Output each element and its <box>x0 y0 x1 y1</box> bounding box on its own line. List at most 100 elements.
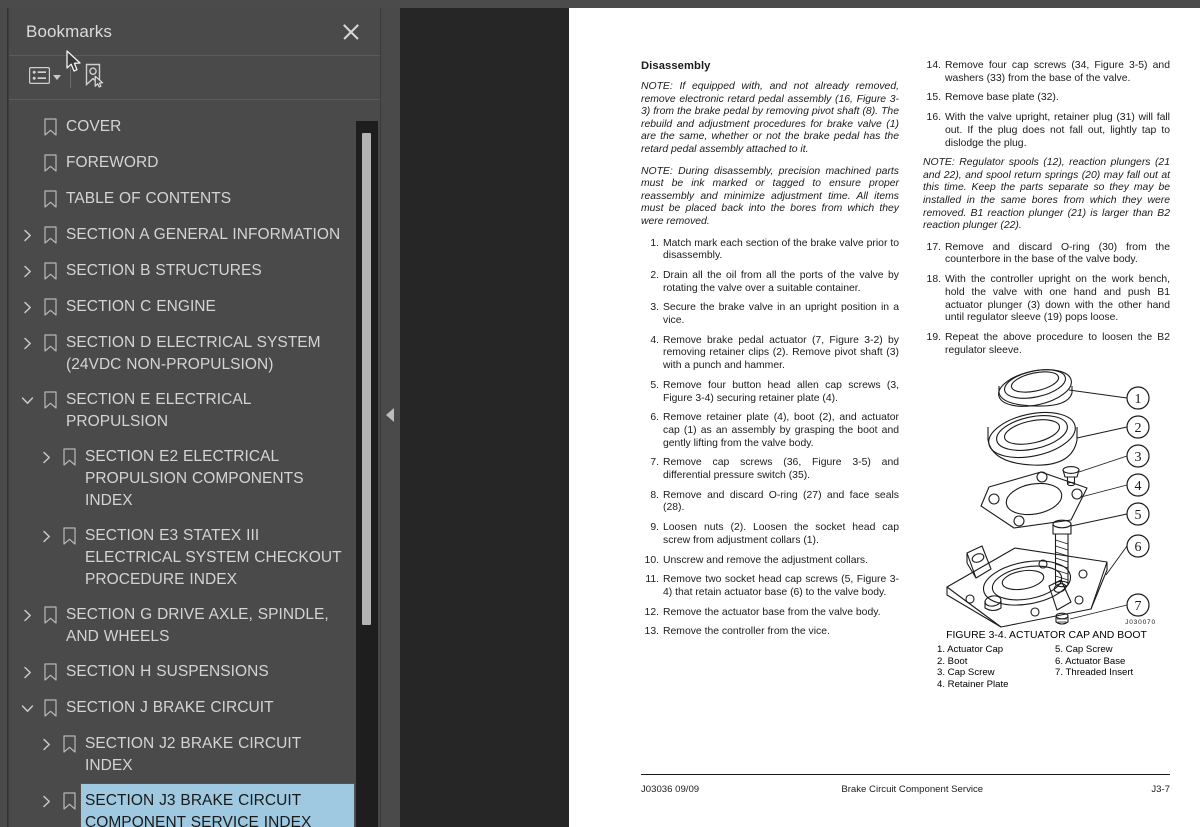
procedure-step: 8. Remove and discard O-ring (27) and fac… <box>641 490 899 515</box>
procedure-step-number: 14. <box>926 60 941 71</box>
close-icon[interactable] <box>338 19 364 45</box>
figure-legend-column-right: 5. Cap Screw 6. Actuator Base 7. Threaded … <box>1055 644 1133 690</box>
procedure-step-text: Repeat the above procedure to loosen the… <box>945 332 1170 356</box>
svg-text:1: 1 <box>1135 392 1142 407</box>
chevron-right-icon[interactable] <box>36 519 57 553</box>
bookmarks-panel-title: Bookmarks <box>26 21 112 41</box>
bookmarks-scrollbar-track[interactable] <box>356 121 378 827</box>
procedure-step-number: 10. <box>644 554 659 566</box>
bookmark-item[interactable]: SECTION C ENGINE <box>17 290 354 324</box>
chevron-down-icon[interactable] <box>17 383 38 417</box>
svg-text:5: 5 <box>1135 508 1142 523</box>
svg-text:4: 4 <box>1135 479 1142 494</box>
bookmarks-scrollbar-thumb[interactable] <box>362 133 371 625</box>
twisty-placeholder <box>17 146 38 180</box>
procedure-step: 3. Secure the brake valve in an upright p… <box>641 302 899 327</box>
disassembly-steps-right-top: 14. Remove four cap screws (34, Figure 3-… <box>923 60 1170 150</box>
chevron-right-icon[interactable] <box>17 218 38 252</box>
chevron-right-icon[interactable] <box>36 440 57 474</box>
procedure-step-number: 18. <box>926 274 941 286</box>
procedure-step: 17. Remove and discard O-ring (30) from t… <box>923 242 1170 267</box>
bookmark-icon <box>38 110 62 144</box>
chevron-right-icon[interactable] <box>17 326 38 360</box>
procedure-step-number: 3. <box>650 302 659 314</box>
bookmark-item[interactable]: SECTION H SUSPENSIONS <box>17 655 354 689</box>
bookmark-item[interactable]: TABLE OF CONTENTS <box>17 182 354 216</box>
bookmarks-panel: Bookmarks COVER FOREWORD TABLE OF CONTEN… <box>9 8 380 827</box>
bookmark-item[interactable]: SECTION B STRUCTURES <box>17 254 354 288</box>
bookmark-item[interactable]: SECTION G DRIVE AXLE, SPINDLE, AND WHEEL… <box>17 598 354 653</box>
footer-divider <box>641 774 1170 775</box>
procedure-step-number: 8. <box>650 489 659 501</box>
toolbar-separator <box>70 67 71 88</box>
bookmark-item[interactable]: SECTION A GENERAL INFORMATION <box>17 218 354 252</box>
bookmark-item-label: SECTION E3 STATEX III ELECTRICAL SYSTEM … <box>85 527 342 588</box>
bookmark-item-label: SECTION G DRIVE AXLE, SPINDLE, AND WHEEL… <box>66 606 329 645</box>
bookmark-item-label: SECTION E ELECTRICAL PROPULSION <box>66 391 251 430</box>
window-top-bar <box>0 0 1200 8</box>
procedure-step-number: 4. <box>650 334 659 346</box>
procedure-step-number: 17. <box>926 241 941 253</box>
procedure-step: 9. Loosen nuts (2). Loosen the socket hea… <box>641 522 899 547</box>
chevron-right-icon[interactable] <box>36 784 57 818</box>
svg-text:2: 2 <box>1135 421 1142 436</box>
svg-text:3: 3 <box>1135 450 1142 465</box>
figure-legend: 1. Actuator Cap 2. Boot 3. Cap Screw 4. Ret… <box>923 644 1170 690</box>
procedure-step-text: Remove and discard O-ring (30) from the … <box>945 241 1170 266</box>
chevron-down-icon[interactable] <box>17 691 38 725</box>
bookmark-item[interactable]: SECTION E3 STATEX III ELECTRICAL SYSTEM … <box>17 519 354 596</box>
footer-page-number: J3-7 <box>1151 784 1170 795</box>
bookmark-item[interactable]: SECTION D ELECTRICAL SYSTEM (24VDC NON-P… <box>17 326 354 381</box>
bookmark-item[interactable]: SECTION E2 ELECTRICAL PROPULSION COMPONE… <box>17 440 354 517</box>
bookmark-item-label: FOREWORD <box>66 154 159 171</box>
bookmark-icon <box>57 727 81 761</box>
chevron-right-icon[interactable] <box>17 598 38 632</box>
procedure-step-text: Remove cap screws (36, Figure 3-5) and d… <box>663 457 899 482</box>
svg-text:6: 6 <box>1135 540 1142 555</box>
new-bookmark-button[interactable] <box>80 60 108 96</box>
procedure-step-number: 9. <box>650 522 659 534</box>
procedure-step: 7. Remove cap screws (36, Figure 3-5) and… <box>641 457 899 482</box>
procedure-step: 1. Match mark each section of the brake v… <box>641 238 899 263</box>
chevron-right-icon[interactable] <box>17 290 38 324</box>
bookmark-icon <box>57 519 81 553</box>
procedure-step-text: Remove four button head allen cap screws… <box>663 379 899 404</box>
bookmark-item[interactable]: COVER <box>17 110 354 144</box>
bookmark-item[interactable]: FOREWORD <box>17 146 354 180</box>
bookmark-item[interactable]: SECTION J2 BRAKE CIRCUIT INDEX <box>17 727 354 782</box>
procedure-step-number: 11. <box>645 574 659 586</box>
document-viewer[interactable]: Disassembly NOTE: If equipped with, and … <box>400 8 1200 827</box>
twisty-placeholder <box>17 110 38 144</box>
chevron-right-icon[interactable] <box>36 727 57 761</box>
document-page: Disassembly NOTE: If equipped with, and … <box>569 8 1200 827</box>
procedure-step-text: Secure the brake valve in an upright pos… <box>663 302 899 327</box>
collapse-panel-left-arrow-icon[interactable] <box>386 408 394 422</box>
bookmark-item[interactable]: SECTION E ELECTRICAL PROPULSION <box>17 383 354 438</box>
bookmark-item-label: SECTION D ELECTRICAL SYSTEM (24VDC NON-P… <box>66 334 321 373</box>
chevron-right-icon[interactable] <box>17 254 38 288</box>
note-paragraph: NOTE: Regulator spools (12), reaction pl… <box>923 157 1170 232</box>
figure-legend-item: 7. Threaded Insert <box>1055 667 1134 679</box>
disassembly-steps-left: 1. Match mark each section of the brake v… <box>641 238 899 640</box>
figure-legend-item: 3. Cap Screw <box>937 667 995 679</box>
section-heading: Disassembly <box>641 60 711 72</box>
bookmarks-panel-header: Bookmarks <box>9 8 380 56</box>
page-column-right: 14. Remove four cap screws (34, Figure 3-… <box>923 60 1170 364</box>
procedure-step-number: 7. <box>650 457 659 469</box>
procedure-step: 13. Remove the controller from the vice. <box>641 626 899 639</box>
bookmark-icon <box>38 182 62 216</box>
chevron-right-icon[interactable] <box>17 655 38 689</box>
twisty-placeholder <box>17 182 38 216</box>
bookmark-item[interactable]: SECTION J3 BRAKE CIRCUIT COMPONENT SERVI… <box>17 783 355 827</box>
bookmark-item-label: SECTION B STRUCTURES <box>66 262 262 279</box>
bookmark-options-button[interactable] <box>27 64 63 92</box>
bookmark-item[interactable]: SECTION J BRAKE CIRCUIT <box>17 691 354 725</box>
bookmark-icon <box>38 655 62 689</box>
bookmark-icon <box>38 218 62 252</box>
bookmarks-tree-scroll-area[interactable]: COVER FOREWORD TABLE OF CONTENTS SECTION A … <box>9 100 380 827</box>
figure-title: FIGURE 3-4. ACTUATOR CAP AND BOOT <box>946 630 1147 641</box>
procedure-step: 4. Remove brake pedal actuator (7, Figure… <box>641 335 899 373</box>
figure-legend-item: 5. Cap Screw <box>1055 644 1113 655</box>
procedure-step-text: With the controller upright on the work … <box>945 274 1170 324</box>
procedure-step-number: 16. <box>926 112 941 124</box>
